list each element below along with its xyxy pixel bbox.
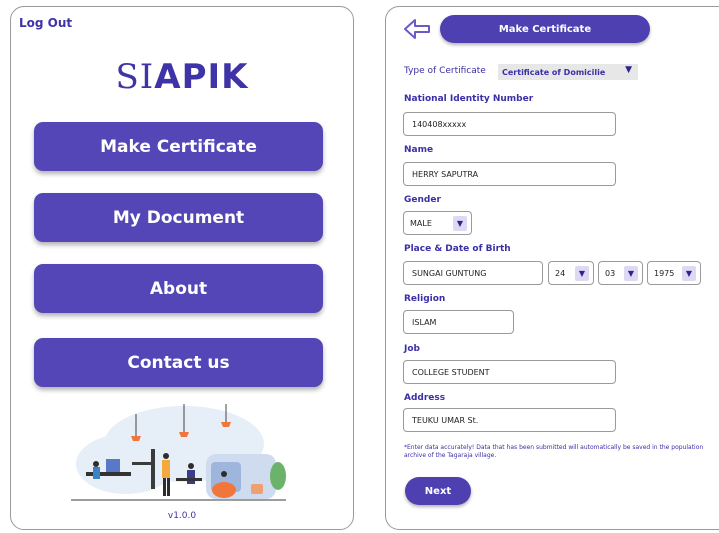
office-illustration bbox=[71, 404, 286, 501]
name-field[interactable]: HERRY SAPUTRA bbox=[403, 162, 616, 186]
back-arrow-icon[interactable] bbox=[402, 17, 432, 41]
certificate-type-value: Certificate of Domicilie bbox=[502, 67, 606, 77]
data-notice: *Enter data accurately! Data that has be… bbox=[404, 444, 704, 459]
logout-link[interactable]: Log Out bbox=[19, 16, 72, 30]
certificate-type-select[interactable]: Certificate of Domicilie ▼ bbox=[498, 64, 638, 80]
chevron-down-icon: ▼ bbox=[682, 266, 696, 281]
my-document-button[interactable]: My Document bbox=[34, 193, 323, 242]
version-label: v1.0.0 bbox=[167, 511, 197, 521]
certificate-type-label: Type of Certificate bbox=[404, 66, 486, 76]
name-label: Name bbox=[404, 145, 434, 155]
birth-year-value: 1975 bbox=[654, 268, 675, 278]
next-button[interactable]: Next bbox=[405, 477, 471, 505]
birth-year-select[interactable]: 1975 ▼ bbox=[647, 261, 701, 285]
logo-prefix: SI bbox=[115, 57, 155, 97]
job-field[interactable]: COLLEGE STUDENT bbox=[403, 360, 616, 384]
birth-month-select[interactable]: 03 ▼ bbox=[598, 261, 643, 285]
address-label: Address bbox=[404, 393, 446, 403]
chevron-down-icon: ▼ bbox=[453, 216, 467, 231]
logo-bold: APIK bbox=[154, 57, 249, 97]
make-certificate-button[interactable]: Make Certificate bbox=[34, 122, 323, 171]
gender-label: Gender bbox=[404, 195, 441, 205]
chevron-down-icon: ▼ bbox=[624, 266, 638, 281]
certificate-form-panel: Make Certificate Type of Certificate Cer… bbox=[385, 6, 719, 530]
make-certificate-header[interactable]: Make Certificate bbox=[440, 15, 650, 43]
birth-place-field[interactable]: SUNGAI GUNTUNG bbox=[403, 261, 543, 285]
about-button[interactable]: About bbox=[34, 264, 323, 313]
birth-month-value: 03 bbox=[605, 268, 616, 278]
birth-label: Place & Date of Birth bbox=[404, 244, 511, 254]
contact-us-button[interactable]: Contact us bbox=[34, 338, 323, 387]
home-panel: Log Out SIAPIK Make Certificate My Docum… bbox=[10, 6, 354, 530]
chevron-down-icon: ▼ bbox=[575, 266, 589, 281]
nin-field[interactable]: 140408xxxxx bbox=[403, 112, 616, 136]
religion-field[interactable]: ISLAM bbox=[403, 310, 514, 334]
job-label: Job bbox=[404, 344, 420, 354]
chevron-down-icon: ▼ bbox=[625, 65, 632, 75]
gender-value: MALE bbox=[410, 218, 432, 228]
religion-label: Religion bbox=[404, 294, 446, 304]
gender-select[interactable]: MALE ▼ bbox=[403, 211, 472, 235]
birth-day-value: 24 bbox=[555, 268, 566, 278]
app-logo: SIAPIK bbox=[11, 57, 353, 97]
address-field[interactable]: TEUKU UMAR St. bbox=[403, 408, 616, 432]
birth-day-select[interactable]: 24 ▼ bbox=[548, 261, 594, 285]
nin-label: National Identity Number bbox=[404, 94, 534, 104]
